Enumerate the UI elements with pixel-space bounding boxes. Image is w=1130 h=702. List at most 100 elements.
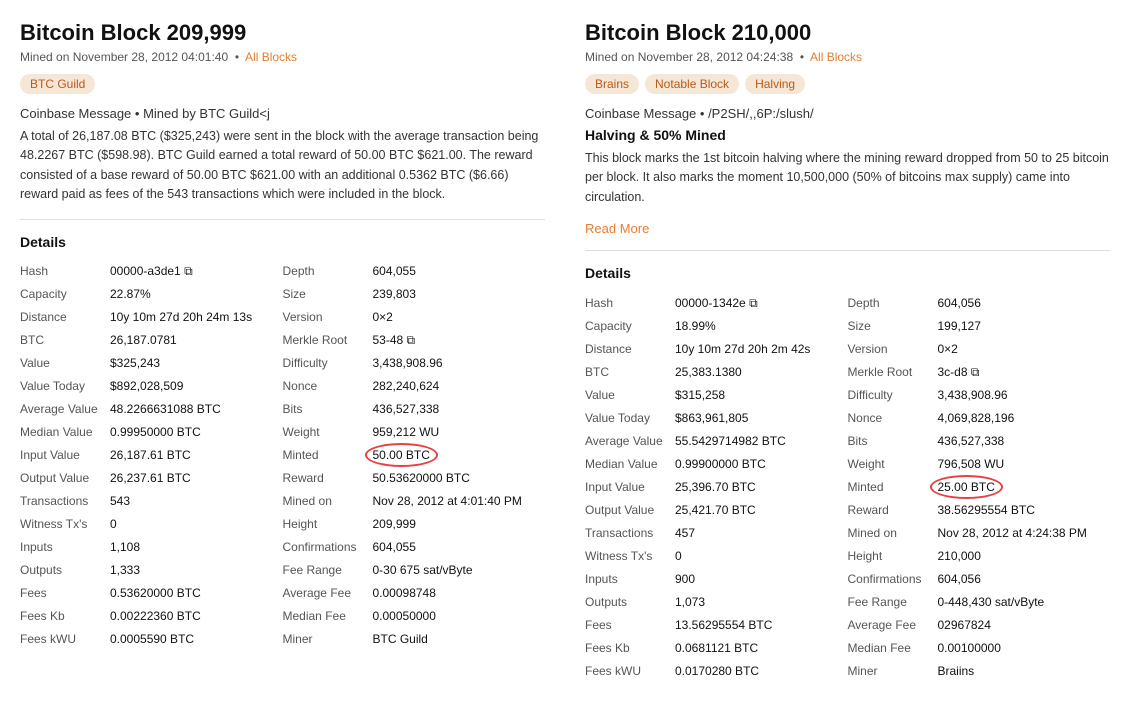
detail-key: Nonce xyxy=(848,409,938,427)
detail-value: 3,438,908.96 xyxy=(938,386,1008,404)
detail-value: 48.2266631088 BTC xyxy=(110,400,221,418)
right-tag[interactable]: Halving xyxy=(745,74,805,94)
detail-key: Size xyxy=(283,285,373,303)
detail-value: 436,527,338 xyxy=(373,400,440,418)
detail-row: Median Fee0.00050000 xyxy=(283,605,546,628)
detail-row: Witness Tx's0 xyxy=(585,544,848,567)
detail-row: Outputs1,073 xyxy=(585,590,848,613)
detail-row: Distance10y 10m 27d 20h 2m 42s xyxy=(585,337,848,360)
detail-key: Height xyxy=(283,515,373,533)
detail-row: Average Fee02967824 xyxy=(848,613,1111,636)
left-divider xyxy=(20,219,545,220)
detail-value: Nov 28, 2012 at 4:01:40 PM xyxy=(373,492,522,510)
detail-key: Outputs xyxy=(20,561,110,579)
detail-value: 0.0681121 BTC xyxy=(675,639,758,657)
detail-key: Fee Range xyxy=(283,561,373,579)
detail-row: Hash00000-a3de1 ⧉ xyxy=(20,260,283,283)
detail-row: Height210,000 xyxy=(848,544,1111,567)
detail-row: Bits436,527,338 xyxy=(848,429,1111,452)
detail-key: Fees xyxy=(585,616,675,634)
detail-key: Median Fee xyxy=(283,607,373,625)
detail-key: Outputs xyxy=(585,593,675,611)
detail-value: 0-448,430 sat/vByte xyxy=(938,593,1045,611)
right-all-blocks-link[interactable]: All Blocks xyxy=(810,50,862,64)
detail-row: Weight959,212 WU xyxy=(283,421,546,444)
detail-key: Average Fee xyxy=(283,584,373,602)
detail-row: Fees kWU0.0005590 BTC xyxy=(20,628,283,651)
detail-value: 10y 10m 27d 20h 24m 13s xyxy=(110,308,252,326)
detail-row: Difficulty3,438,908.96 xyxy=(283,352,546,375)
detail-value: 26,187.0781 xyxy=(110,331,177,349)
left-tags: BTC Guild xyxy=(20,74,545,94)
detail-value: 26,237.61 BTC xyxy=(110,469,191,487)
detail-value: Nov 28, 2012 at 4:24:38 PM xyxy=(938,524,1087,542)
detail-key: Reward xyxy=(283,469,373,487)
left-tag-0[interactable]: BTC Guild xyxy=(20,74,95,94)
detail-key: Input Value xyxy=(585,478,675,496)
detail-key: Median Value xyxy=(585,455,675,473)
detail-key: Nonce xyxy=(283,377,373,395)
detail-value: 38.56295554 BTC xyxy=(938,501,1035,519)
detail-key: Inputs xyxy=(20,538,110,556)
detail-key: Merkle Root xyxy=(283,331,373,349)
left-details-col-left: Hash00000-a3de1 ⧉Capacity22.87%Distance1… xyxy=(20,260,283,651)
right-coinbase-label: Coinbase Message • /P2SH/,,6P:/slush/ xyxy=(585,106,1110,121)
detail-value: 0.99900000 BTC xyxy=(675,455,766,473)
detail-key: Reward xyxy=(848,501,938,519)
right-tag[interactable]: Notable Block xyxy=(645,74,739,94)
detail-value: 0.53620000 BTC xyxy=(110,584,201,602)
detail-row: Outputs1,333 xyxy=(20,559,283,582)
detail-value: 1,333 xyxy=(110,561,140,579)
detail-value: $863,961,805 xyxy=(675,409,748,427)
detail-key: Confirmations xyxy=(283,538,373,556)
detail-row: Fees0.53620000 BTC xyxy=(20,582,283,605)
detail-key: Depth xyxy=(283,262,373,280)
detail-row: BTC25,383.1380 xyxy=(585,360,848,383)
detail-row: Bits436,527,338 xyxy=(283,398,546,421)
detail-value: 0 xyxy=(675,547,682,565)
detail-row: Median Value0.99950000 BTC xyxy=(20,421,283,444)
detail-row: Value$325,243 xyxy=(20,352,283,375)
right-description: This block marks the 1st bitcoin halving… xyxy=(585,149,1110,207)
detail-value: 900 xyxy=(675,570,695,588)
right-tag[interactable]: Brains xyxy=(585,74,639,94)
detail-value: 604,056 xyxy=(938,570,981,588)
detail-key: Capacity xyxy=(20,285,110,303)
detail-row: Minted50.00 BTC xyxy=(283,444,546,467)
right-block-title: Bitcoin Block 210,000 xyxy=(585,20,1110,46)
detail-key: Output Value xyxy=(20,469,110,487)
right-divider xyxy=(585,250,1110,251)
detail-value: 0.99950000 BTC xyxy=(110,423,201,441)
detail-key: Fees xyxy=(20,584,110,602)
detail-row: Minted25.00 BTC xyxy=(848,475,1111,498)
read-more-link[interactable]: Read More xyxy=(585,221,649,236)
detail-value: 604,055 xyxy=(373,262,416,280)
detail-value: 457 xyxy=(675,524,695,542)
left-mined-text: Mined on November 28, 2012 04:01:40 xyxy=(20,50,228,64)
left-details-title: Details xyxy=(20,234,545,250)
detail-value: 0×2 xyxy=(938,340,958,358)
detail-value: 0.00222360 BTC xyxy=(110,607,201,625)
detail-key: Input Value xyxy=(20,446,110,464)
right-details-col-right: Depth604,056Size199,127Version0×2Merkle … xyxy=(848,291,1111,682)
detail-key: Hash xyxy=(585,294,675,312)
detail-value: 25,383.1380 xyxy=(675,363,742,381)
detail-row: Fees Kb0.00222360 BTC xyxy=(20,605,283,628)
detail-row: Inputs900 xyxy=(585,567,848,590)
detail-key: Mined on xyxy=(283,492,373,510)
detail-value: 00000-1342e ⧉ xyxy=(675,294,758,312)
detail-value: 0.00098748 xyxy=(373,584,436,602)
detail-key: Value xyxy=(20,354,110,372)
detail-row: Value Today$892,028,509 xyxy=(20,375,283,398)
detail-row: Depth604,056 xyxy=(848,291,1111,314)
detail-row: Transactions543 xyxy=(20,490,283,513)
right-details-grid: Hash00000-1342e ⧉Capacity18.99%Distance1… xyxy=(585,291,1110,682)
detail-row: Value$315,258 xyxy=(585,383,848,406)
detail-key: Value Today xyxy=(20,377,110,395)
detail-key: BTC xyxy=(585,363,675,381)
detail-value: 4,069,828,196 xyxy=(938,409,1015,427)
left-all-blocks-link[interactable]: All Blocks xyxy=(245,50,297,64)
detail-key: Minted xyxy=(283,446,373,464)
detail-key: Difficulty xyxy=(283,354,373,372)
detail-key: Distance xyxy=(585,340,675,358)
